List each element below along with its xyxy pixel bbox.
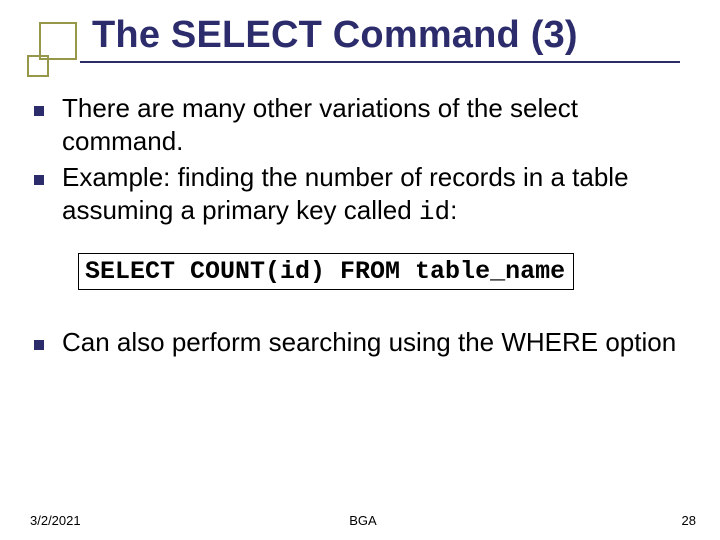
footer-center: BGA <box>30 513 696 528</box>
slide-title: The SELECT Command (3) <box>92 14 720 57</box>
bullet-square-icon <box>34 340 44 350</box>
title-underline <box>80 61 680 63</box>
inline-code: id <box>419 197 450 227</box>
bullet-square-icon <box>34 106 44 116</box>
bullet-square-icon <box>34 175 44 185</box>
bullet-item: There are many other variations of the s… <box>30 92 696 159</box>
bullet-text: Can also perform searching using the WHE… <box>62 326 696 359</box>
slide: The SELECT Command (3) There are many ot… <box>0 0 720 540</box>
slide-footer: 3/2/2021 BGA 28 <box>30 513 696 528</box>
bullet-text: There are many other variations of the s… <box>62 92 696 159</box>
bullet-item: Can also perform searching using the WHE… <box>30 326 696 359</box>
bullet-text: Example: finding the number of records i… <box>62 161 696 230</box>
code-block: SELECT COUNT(id) FROM table_name <box>78 253 574 290</box>
title-area: The SELECT Command (3) <box>0 14 720 63</box>
bullet-text-fragment: Example: finding the number of records i… <box>62 162 629 225</box>
bullet-item: Example: finding the number of records i… <box>30 161 696 230</box>
slide-body: There are many other variations of the s… <box>30 92 696 362</box>
bullet-text-fragment: : <box>450 195 457 225</box>
